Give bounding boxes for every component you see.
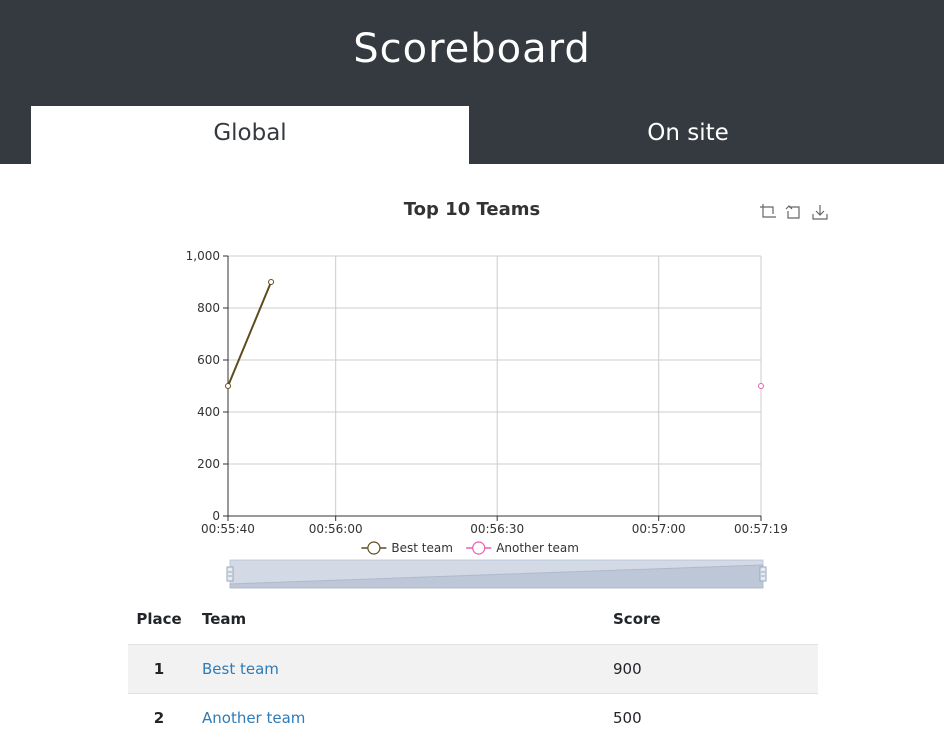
data-point <box>758 383 764 389</box>
header-score: Score <box>601 595 818 645</box>
legend-label: Another team <box>496 541 579 555</box>
x-tick-label: 00:57:00 <box>632 522 686 536</box>
y-tick-label: 800 <box>197 301 220 315</box>
x-tick-label: 00:56:30 <box>470 522 524 536</box>
y-tick-label: 1,000 <box>186 249 220 263</box>
legend-label: Best team <box>391 541 453 555</box>
scoreboard-table: Place Team Score 1 Best team 900 2 Anoth… <box>128 595 818 742</box>
x-tick-label: 00:57:19 <box>734 522 788 536</box>
data-zoom-handle[interactable] <box>226 566 234 582</box>
series-line <box>227 281 272 387</box>
score-cell: 900 <box>601 643 818 693</box>
place-cell: 2 <box>128 692 190 742</box>
team-cell: Another team <box>190 692 601 742</box>
tab-global[interactable]: Global <box>31 106 469 164</box>
legend-swatch-marker <box>367 541 381 555</box>
download-icon[interactable] <box>811 203 829 221</box>
data-zoom-handle[interactable] <box>759 566 767 582</box>
y-tick-label: 600 <box>197 353 220 367</box>
team-link[interactable]: Another team <box>202 709 305 727</box>
table-row: 1 Best team 900 <box>128 643 818 693</box>
y-tick-label: 400 <box>197 405 220 419</box>
x-tick-label: 00:56:00 <box>309 522 363 536</box>
chart-toolbox <box>759 203 829 221</box>
chart-canvas: Top 10 Teams 0 200 400 600 800 1,000 00:55:40 00… <box>186 199 788 589</box>
table-row: 2 Another team 500 <box>128 692 818 742</box>
header-place: Place <box>128 595 190 645</box>
data-zoom-selection[interactable] <box>230 560 763 588</box>
data-point <box>225 383 231 389</box>
header-bar: Scoreboard Global On site <box>0 0 944 164</box>
tab-on-site[interactable]: On site <box>469 106 907 164</box>
team-cell: Best team <box>190 643 601 693</box>
table-header-row: Place Team Score <box>128 595 818 645</box>
header-team: Team <box>190 595 601 645</box>
scoreboard-chart: Top 10 Teams 0 200 400 600 800 1,000 00:55:40 00… <box>0 164 944 594</box>
data-point <box>268 279 275 285</box>
zoom-reset-icon[interactable] <box>785 203 803 221</box>
legend-swatch-marker <box>472 541 486 555</box>
score-cell: 500 <box>601 692 818 742</box>
page-title: Scoreboard <box>353 26 591 72</box>
x-tick-label: 00:55:40 <box>201 522 255 536</box>
team-link[interactable]: Best team <box>202 660 279 678</box>
y-tick-label: 200 <box>197 457 220 471</box>
chart-title: Top 10 Teams <box>404 199 540 220</box>
zoom-icon[interactable] <box>759 203 777 221</box>
y-tick-label: 0 <box>212 509 220 523</box>
place-cell: 1 <box>128 643 190 693</box>
